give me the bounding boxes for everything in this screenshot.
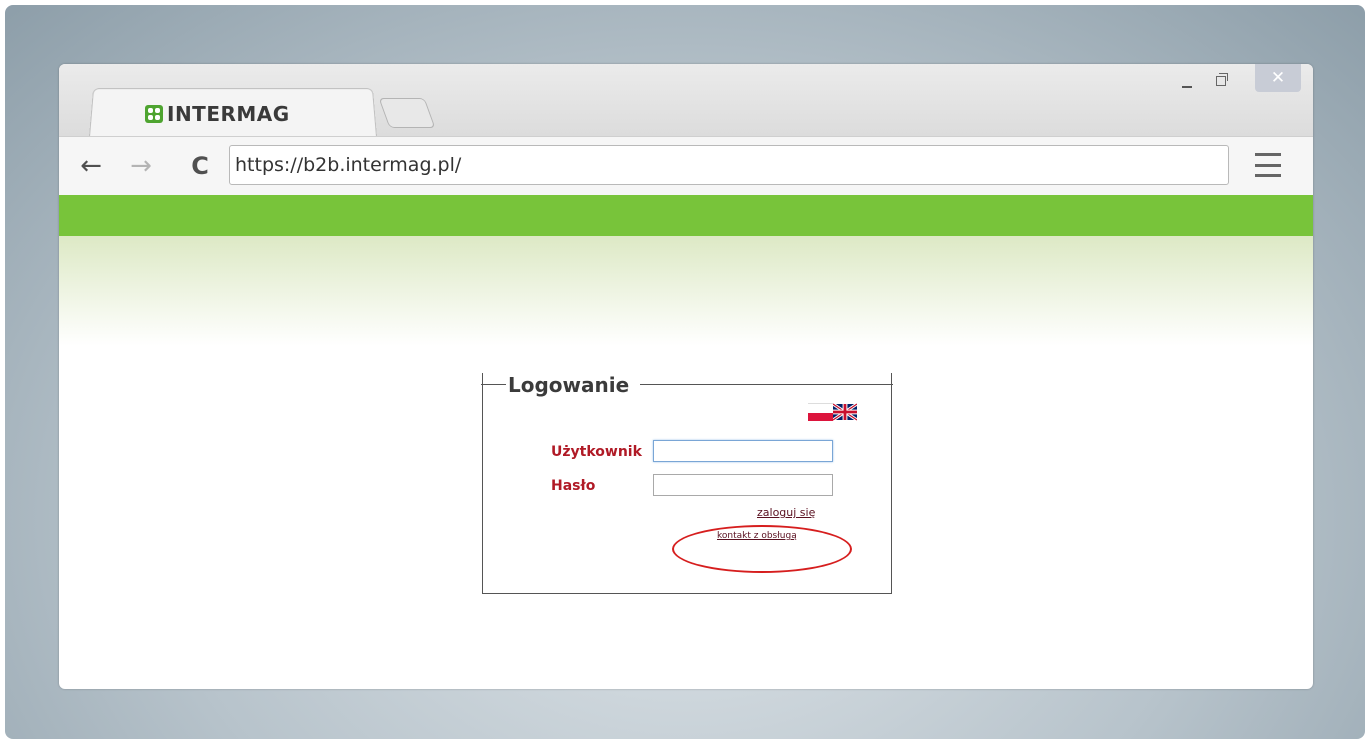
- page-content: Logowanie Użytkownik Hasło zaloguj się k…: [59, 64, 1313, 689]
- username-input[interactable]: [653, 440, 833, 462]
- password-label: Hasło: [551, 478, 596, 494]
- language-switcher: [808, 403, 857, 421]
- login-link[interactable]: zaloguj się: [757, 506, 815, 519]
- login-legend: Logowanie: [481, 373, 893, 397]
- pl-flag-icon[interactable]: [808, 403, 833, 421]
- login-title: Logowanie: [508, 373, 630, 397]
- contact-support-link[interactable]: kontakt z obsługą: [717, 531, 797, 541]
- username-label: Użytkownik: [551, 444, 642, 460]
- password-input[interactable]: [653, 474, 833, 496]
- uk-flag-icon[interactable]: [833, 403, 857, 421]
